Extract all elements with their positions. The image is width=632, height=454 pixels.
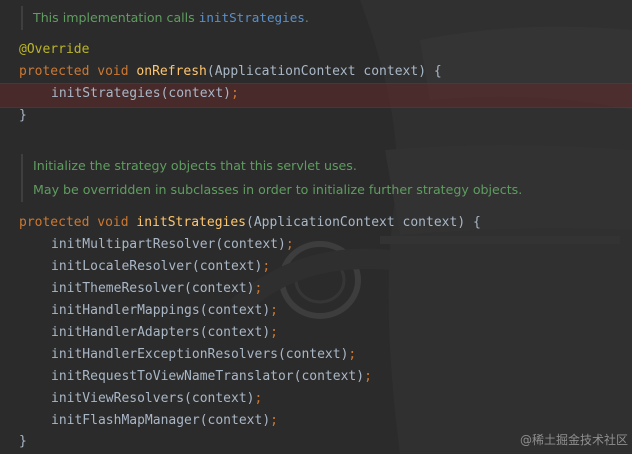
code-line-call: initHandlerMappings(context);: [51, 303, 278, 318]
code-line-call: initThemeResolver(context);: [51, 281, 263, 296]
code-line-call: initHandlerAdapters(context);: [51, 325, 278, 340]
javadoc-line: Initialize the strategy objects that thi…: [33, 158, 357, 173]
code-line-call: initViewResolvers(context);: [51, 391, 263, 406]
javadoc-comment-initstrategies: Initialize the strategy objects that thi…: [21, 154, 522, 202]
javadoc-comment-onrefresh: This implementation calls initStrategies…: [21, 6, 309, 30]
watermark: @稀土掘金技术社区: [519, 433, 628, 447]
code-line-call: initLocaleResolver(context);: [51, 259, 271, 274]
code-line-onrefresh-signature: protected void onRefresh(ApplicationCont…: [19, 64, 442, 79]
code-editor[interactable]: This implementation calls initStrategies…: [0, 0, 632, 454]
code-line-call: initRequestToViewNameTranslator(context)…: [51, 369, 372, 384]
code-line-annotation: @Override: [19, 42, 90, 57]
javadoc-line: This implementation calls initStrategies…: [33, 10, 309, 25]
code-line-initstrategies-signature: protected void initStrategies(Applicatio…: [19, 215, 481, 230]
javadoc-line: May be overridden in subclasses in order…: [33, 182, 523, 197]
code-line-call: initMultipartResolver(context);: [51, 237, 294, 252]
code-line-call-initstrategies: initStrategies(context);: [51, 86, 239, 101]
code-line-call: initHandlerExceptionResolvers(context);: [51, 347, 357, 362]
javadoc-link[interactable]: initStrategies: [199, 10, 305, 25]
method-name-initstrategies: initStrategies: [136, 215, 246, 230]
code-line-call: initFlashMapManager(context);: [51, 413, 278, 428]
code-line-close-brace: }: [19, 108, 27, 123]
code-line-close-brace: }: [19, 434, 27, 449]
method-name-onrefresh: onRefresh: [136, 64, 207, 79]
